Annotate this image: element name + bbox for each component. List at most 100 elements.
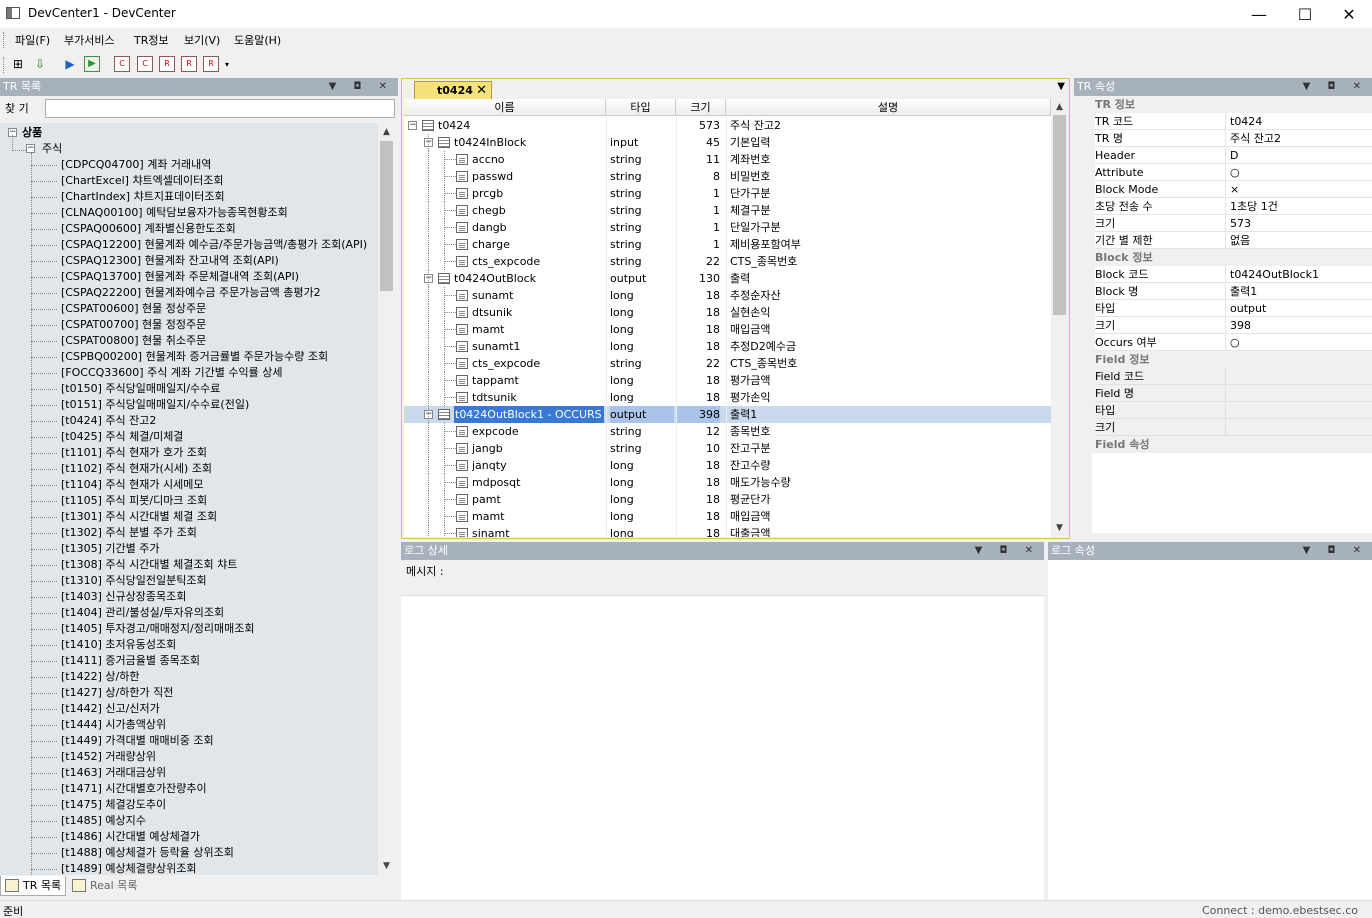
property-row[interactable]: Attribute ○: [1074, 164, 1372, 181]
property-row[interactable]: 크기 573: [1074, 215, 1372, 232]
tree-item[interactable]: [CSPAQ12300] 현물계좌 잔고내역 조회(API): [61, 253, 279, 269]
tree-item[interactable]: [t1410] 초저유동성조회: [61, 637, 176, 653]
col-header-size[interactable]: 크기: [676, 99, 726, 116]
grid-row[interactable]: dangb string 1 단일가구분: [404, 219, 1051, 236]
expand-icon[interactable]: −: [408, 121, 417, 130]
grid-row[interactable]: prcgb string 1 단가구분: [404, 185, 1051, 202]
tab-real-list[interactable]: Real 목록: [68, 876, 148, 896]
log-props-pane-buttons[interactable]: ▼ ◘ ✕: [1303, 542, 1368, 560]
property-row[interactable]: Field 코드: [1074, 368, 1372, 385]
tree-item[interactable]: [t1101] 주식 현재가 호가 조회: [61, 445, 207, 461]
col-header-name[interactable]: 이름: [404, 99, 606, 116]
menu-tr-info[interactable]: TR정보: [130, 32, 173, 48]
collapse-icon[interactable]: −: [26, 144, 35, 153]
tree-item[interactable]: [CSPBQ00200] 현물계좌 증거금률별 주문가능수량 조회: [61, 349, 328, 365]
maximize-button[interactable]: ☐: [1282, 0, 1328, 28]
play-icon[interactable]: ▶: [62, 56, 78, 72]
tree-item[interactable]: [CSPAQ12200] 현물계좌 예수금/주문가능금액/총평가 조회(API): [61, 237, 367, 253]
tab-tr-list[interactable]: TR 목록: [0, 876, 66, 896]
tree-item[interactable]: [CSPAQ22200] 현물계좌예수금 주문가능금액 총평가2: [61, 285, 321, 301]
grid-scrollbar[interactable]: ▲ ▼: [1051, 99, 1068, 537]
tree-item[interactable]: [ChartExcel] 챠트엑셀데이터조회: [61, 173, 224, 189]
tree-item[interactable]: [t1488] 예상체결가 등락율 상위조회: [61, 845, 234, 861]
grid-row[interactable]: passwd string 8 비밀번호: [404, 168, 1051, 185]
property-row[interactable]: 크기 398: [1074, 317, 1372, 334]
binoculars-icon[interactable]: ⊞: [10, 56, 26, 72]
tree-item[interactable]: [t0425] 주식 체결/미체결: [61, 429, 183, 445]
tree-item[interactable]: [t0424] 주식 잔고2: [61, 413, 156, 429]
scroll-down-icon[interactable]: ▼: [378, 859, 395, 873]
scroll-thumb[interactable]: [380, 141, 393, 291]
grid-row[interactable]: pamt long 18 평균단가: [404, 491, 1051, 508]
play-step-icon[interactable]: ▶: [84, 56, 100, 72]
tree-item[interactable]: [t1102] 주식 현재가(시세) 조회: [61, 461, 212, 477]
grid-row[interactable]: cts_expcode string 22 CTS_종목번호: [404, 253, 1051, 270]
col-header-desc[interactable]: 설명: [726, 99, 1051, 116]
tree-item[interactable]: [t1301] 주식 시간대별 체결 조회: [61, 509, 217, 525]
tree-item[interactable]: [t1444] 시가총액상위: [61, 717, 166, 733]
grid-row[interactable]: jangb string 10 잔고구분: [404, 440, 1051, 457]
tree-item[interactable]: [CSPAT00700] 현물 정정주문: [61, 317, 206, 333]
tree-item[interactable]: [t1452] 거래량상위: [61, 749, 156, 765]
grid-row[interactable]: expcode string 12 종목번호: [404, 423, 1051, 440]
close-button[interactable]: ✕: [1326, 0, 1372, 28]
tree-item[interactable]: [FOCCQ33600] 주식 계좌 기간별 수익률 상세: [61, 365, 283, 381]
tree-item[interactable]: [t1486] 시간대별 예상체결가: [61, 829, 200, 845]
tree-item[interactable]: [t1449] 가격대별 매매비중 조회: [61, 733, 214, 749]
menu-view[interactable]: 보기(V): [180, 32, 224, 48]
grid-row[interactable]: mamt long 18 매입금액: [404, 508, 1051, 525]
property-row[interactable]: TR 명 주식 잔고2: [1074, 130, 1372, 147]
property-row[interactable]: Occurs 여부 ○: [1074, 334, 1372, 351]
grid-row[interactable]: tdtsunik long 18 평가손익: [404, 389, 1051, 406]
property-row[interactable]: Header D: [1074, 147, 1372, 164]
property-row[interactable]: Field 명: [1074, 385, 1372, 402]
tree-item[interactable]: [t1485] 예상지수: [61, 813, 146, 829]
tree-item[interactable]: [t1403] 신규상장종목조회: [61, 589, 186, 605]
property-row[interactable]: 초당 전송 수 1초당 1건: [1074, 198, 1372, 215]
grid-row[interactable]: sunamt1 long 18 추정D2예수금: [404, 338, 1051, 355]
tree-item[interactable]: [t1305] 기간별 주가: [61, 541, 159, 557]
property-row[interactable]: Block 코드 t0424OutBlock1: [1074, 266, 1372, 283]
property-row[interactable]: Block 명 출력1: [1074, 283, 1372, 300]
grid-row[interactable]: sinamt long 18 대출금액: [404, 525, 1051, 537]
col-header-type[interactable]: 타입: [606, 99, 676, 116]
grid-row[interactable]: tappamt long 18 평가금액: [404, 372, 1051, 389]
tree-item[interactable]: [t1105] 주식 피봇/디마크 조회: [61, 493, 207, 509]
grid-row[interactable]: − t0424OutBlock output 130 출력: [404, 270, 1051, 287]
tree-scrollbar[interactable]: ▲ ▼: [378, 123, 395, 875]
save-download-icon[interactable]: ⇩: [32, 56, 48, 72]
grid-row[interactable]: − t0424OutBlock1 - OCCURS output 398 출력1: [404, 406, 1051, 423]
tree-item[interactable]: [CSPAT00600] 현물 정상주문: [61, 301, 206, 317]
search-input[interactable]: [45, 99, 395, 118]
tree-item[interactable]: [t1308] 주식 시간대별 체결조회 챠트: [61, 557, 237, 573]
tree-item[interactable]: [CDPCQ04700] 계좌 거래내역: [61, 157, 211, 173]
grid-row[interactable]: sunamt long 18 추정순자산: [404, 287, 1051, 304]
tree-item[interactable]: [CSPAT00800] 현물 취소주문: [61, 333, 206, 349]
tree-item[interactable]: [t1404] 관리/불성실/투자유의조회: [61, 605, 224, 621]
grid-row[interactable]: charge string 1 제비용포함여부: [404, 236, 1051, 253]
grid-row[interactable]: dtsunik long 18 실현손익: [404, 304, 1051, 321]
tree-item[interactable]: [t1422] 상/하한: [61, 669, 139, 685]
tree-item[interactable]: [t1405] 투자경고/매매정지/정리매매조회: [61, 621, 254, 637]
property-row[interactable]: 기간 별 제한 없음: [1074, 232, 1372, 249]
doc-c-icon[interactable]: C: [114, 56, 130, 72]
menu-addon-services[interactable]: 부가서비스: [60, 32, 119, 48]
tree-item[interactable]: [t1302] 주식 분별 주가 조회: [61, 525, 197, 541]
log-detail-pane-buttons[interactable]: ▼ ◘ ✕: [975, 542, 1040, 560]
property-row[interactable]: 타입: [1074, 402, 1372, 419]
grid-row[interactable]: mamt long 18 매입금액: [404, 321, 1051, 338]
tree-root-node[interactable]: − 상품: [8, 125, 42, 141]
scroll-up-icon[interactable]: ▲: [378, 125, 395, 139]
tree-item[interactable]: [CSPAQ00600] 계좌별신용한도조회: [61, 221, 236, 237]
pane-buttons[interactable]: ▼ ◘ ✕: [329, 78, 394, 96]
grid-row[interactable]: accno string 11 계좌번호: [404, 151, 1051, 168]
tree-item[interactable]: [t1463] 거래대금상위: [61, 765, 166, 781]
toolbar-overflow-icon[interactable]: ▾: [225, 60, 229, 69]
grid-row[interactable]: janqty long 18 잔고수량: [404, 457, 1051, 474]
doc-export-icon[interactable]: R: [203, 56, 219, 72]
close-tab-icon[interactable]: ✕: [476, 82, 487, 99]
tree-item[interactable]: [t1471] 시간대별호가잔량추이: [61, 781, 207, 797]
tree-item[interactable]: [t1442] 신고/신저가: [61, 701, 160, 717]
tree-item[interactable]: [t1411] 증거금율별 종목조회: [61, 653, 200, 669]
doc-tr-icon[interactable]: R: [181, 56, 197, 72]
